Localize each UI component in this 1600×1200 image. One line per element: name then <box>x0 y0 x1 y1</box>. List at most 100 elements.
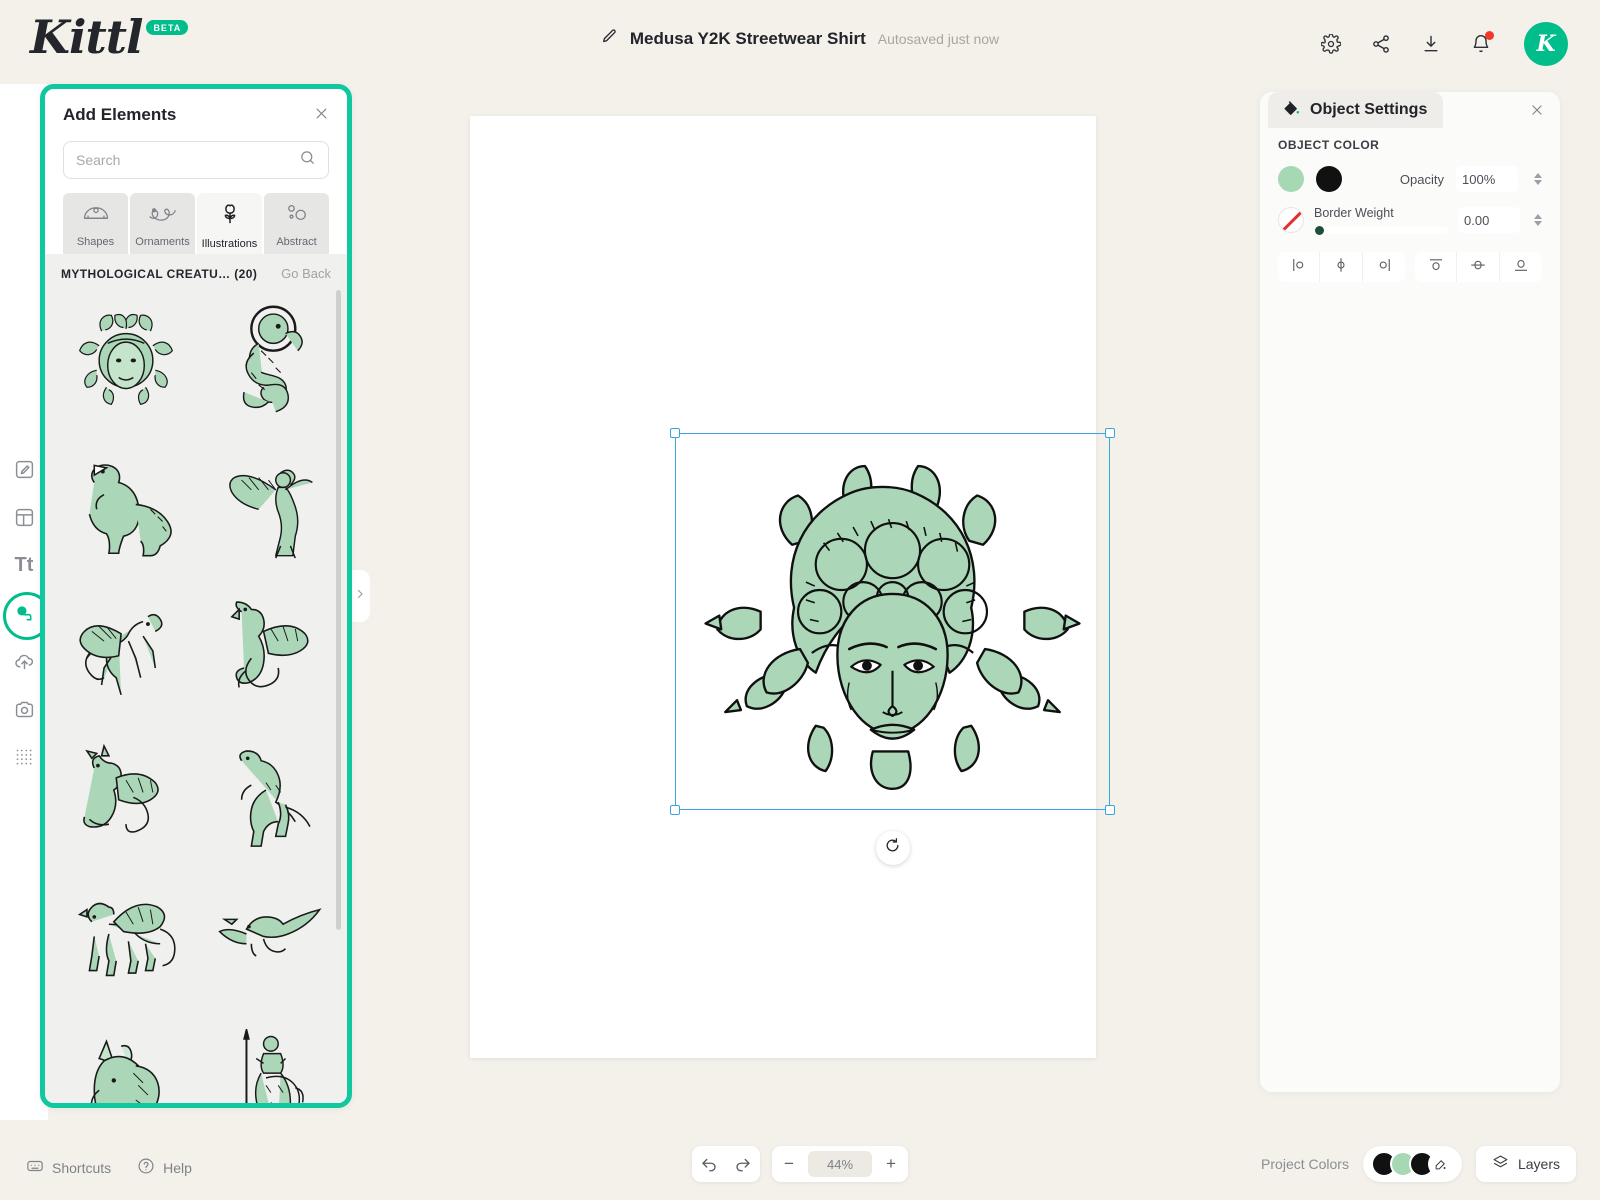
sidebar-item-design[interactable] <box>9 454 39 484</box>
align-bottom-button[interactable] <box>1500 252 1542 282</box>
shapes-icon <box>81 202 111 229</box>
rotate-handle[interactable] <box>875 831 910 865</box>
thumb-unicorn[interactable] <box>59 1009 193 1103</box>
object-color-swatch-green[interactable] <box>1278 166 1304 192</box>
thumb-medusa[interactable] <box>59 289 193 427</box>
history-controls <box>692 1146 760 1182</box>
resize-handle-bottom-right[interactable] <box>1105 805 1115 815</box>
thumb-raptor[interactable] <box>199 721 333 859</box>
thumb-t-rex[interactable] <box>59 433 193 571</box>
sidebar-item-patterns[interactable] <box>9 742 39 772</box>
align-right-icon <box>1375 256 1393 279</box>
thumb-dragon[interactable] <box>59 721 193 859</box>
zoom-level[interactable]: 44% <box>808 1151 872 1177</box>
abstract-icon <box>284 202 310 229</box>
thumb-pegasus[interactable] <box>59 577 193 715</box>
object-color-row: Opacity 100% <box>1278 166 1542 192</box>
thumb-griffin[interactable] <box>59 865 193 1003</box>
align-left-button[interactable] <box>1278 252 1321 282</box>
tab-abstract[interactable]: Abstract <box>264 193 329 254</box>
no-border-color[interactable] <box>1278 207 1304 233</box>
zoom-in-button[interactable]: + <box>874 1146 908 1182</box>
opacity-input[interactable]: 100% <box>1456 166 1518 192</box>
help-button[interactable]: Help <box>137 1157 192 1178</box>
layers-button[interactable]: Layers <box>1475 1146 1576 1182</box>
search-box[interactable] <box>63 141 329 179</box>
ornaments-icon <box>147 202 179 229</box>
layers-icon <box>1492 1154 1509 1174</box>
undo-button[interactable] <box>692 1146 726 1182</box>
panel-top-section: Add Elements Shapes <box>45 89 347 254</box>
border-weight-slider[interactable] <box>1314 226 1448 235</box>
panel-scrollbar[interactable] <box>336 290 341 930</box>
pencil-icon <box>601 28 618 50</box>
tab-shapes[interactable]: Shapes <box>63 193 128 254</box>
bottom-left-actions: Shortcuts Help <box>26 1157 192 1178</box>
align-right-button[interactable] <box>1363 252 1405 282</box>
zoom-out-button[interactable]: − <box>772 1146 806 1182</box>
page-title: Medusa Y2K Streetwear Shirt <box>629 29 866 48</box>
rotate-icon <box>884 837 901 859</box>
border-weight-label: Border Weight <box>1314 206 1394 220</box>
close-icon[interactable] <box>1530 103 1544 122</box>
close-icon[interactable] <box>314 106 329 124</box>
sidebar-item-text[interactable]: Tt <box>9 550 39 580</box>
question-circle-icon <box>137 1157 155 1178</box>
sidebar-item-uploads[interactable] <box>9 646 39 676</box>
results-grid <box>45 289 347 1103</box>
results-area: MYTHOLOGICAL CREATU… (20) Go Back <box>45 254 347 1103</box>
border-weight-knob[interactable] <box>1315 226 1324 235</box>
canvas-area[interactable] <box>360 84 1260 1120</box>
search-icon <box>299 149 316 171</box>
selection-box[interactable] <box>670 428 1115 865</box>
color-picker-icon[interactable] <box>1427 1151 1454 1177</box>
bottom-bar: Shortcuts Help − 44% + Project Colors La… <box>0 1120 1600 1200</box>
canvas-page[interactable] <box>470 116 1115 1058</box>
border-weight-stepper[interactable] <box>1534 214 1542 226</box>
resize-handle-bottom-left[interactable] <box>670 805 680 815</box>
object-settings-tab[interactable]: Object Settings <box>1268 92 1444 128</box>
avatar[interactable]: K <box>1524 22 1568 66</box>
sidebar-item-elements[interactable] <box>3 592 51 640</box>
tab-illustrations-label: Illustrations <box>201 238 258 250</box>
resize-handle-top-right[interactable] <box>1105 428 1115 438</box>
share-button[interactable] <box>1368 31 1394 57</box>
tab-illustrations[interactable]: Illustrations <box>197 193 262 254</box>
project-colors-swatches[interactable] <box>1362 1146 1462 1182</box>
settings-button[interactable] <box>1318 31 1344 57</box>
align-center-h-icon <box>1332 256 1350 279</box>
download-button[interactable] <box>1418 31 1444 57</box>
category-tabs: Shapes Ornaments Illustrations Abstract <box>63 193 329 254</box>
panel-collapse-toggle[interactable] <box>350 570 370 622</box>
resize-handle-top-left[interactable] <box>670 428 680 438</box>
tab-ornaments[interactable]: Ornaments <box>130 193 195 254</box>
thumb-harpy[interactable] <box>199 433 333 571</box>
app-logo[interactable]: Kittl BETA <box>30 14 189 60</box>
align-center-horizontal-button[interactable] <box>1320 252 1363 282</box>
kittl-editor: Kittl BETA Medusa Y2K Streetwear Shirt A… <box>0 0 1600 1200</box>
sidebar-item-photos[interactable] <box>9 694 39 724</box>
medusa-illustration[interactable] <box>676 434 1109 809</box>
top-bar: Kittl BETA Medusa Y2K Streetwear Shirt A… <box>0 0 1600 84</box>
go-back-link[interactable]: Go Back <box>281 266 331 281</box>
layers-label: Layers <box>1517 1156 1560 1172</box>
vertical-align-group <box>1415 252 1542 282</box>
thumb-centaur[interactable] <box>199 1009 333 1103</box>
opacity-stepper[interactable] <box>1534 173 1542 185</box>
border-weight-input[interactable]: 0.00 <box>1458 207 1520 233</box>
document-title-area[interactable]: Medusa Y2K Streetwear Shirt Autosaved ju… <box>601 28 999 50</box>
search-input[interactable] <box>76 152 299 168</box>
sidebar-item-templates[interactable] <box>9 502 39 532</box>
shortcuts-button[interactable]: Shortcuts <box>26 1157 111 1178</box>
project-colors-label: Project Colors <box>1261 1156 1349 1172</box>
object-color-swatch-black[interactable] <box>1316 166 1342 192</box>
align-top-button[interactable] <box>1415 252 1458 282</box>
thumb-chinese-dragon[interactable] <box>199 289 333 427</box>
align-middle-vertical-button[interactable] <box>1457 252 1500 282</box>
thumb-wyvern[interactable] <box>199 577 333 715</box>
thumb-pterodactyl[interactable] <box>199 865 333 1003</box>
notifications-button[interactable] <box>1468 31 1494 57</box>
bottom-center-controls: − 44% + <box>692 1146 908 1182</box>
object-color-label: OBJECT COLOR <box>1278 138 1380 152</box>
redo-button[interactable] <box>726 1146 760 1182</box>
